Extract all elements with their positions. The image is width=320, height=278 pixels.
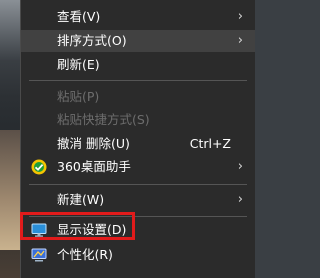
menu-item-paste: 粘贴(P) xyxy=(21,86,255,108)
menu-item-360-desktop-assistant[interactable]: 360桌面助手 › xyxy=(21,156,255,178)
menu-item-label: 360桌面助手 xyxy=(57,159,131,174)
menu-item-refresh[interactable]: 刷新(E) xyxy=(21,54,255,76)
desktop-wallpaper-fragment xyxy=(0,130,20,250)
menu-item-shortcut: Ctrl+Z xyxy=(189,136,231,151)
annotation-highlight-box xyxy=(20,212,135,240)
menu-item-label: 查看(V) xyxy=(57,9,101,24)
menu-item-paste-shortcut: 粘贴快捷方式(S) xyxy=(21,109,255,131)
chevron-right-icon: › xyxy=(237,192,243,207)
desktop-wallpaper-fragment xyxy=(0,0,22,60)
menu-separator xyxy=(29,184,247,185)
menu-item-label: 新建(W) xyxy=(57,192,105,207)
menu-item-label: 刷新(E) xyxy=(57,57,100,72)
menu-item-label: 个性化(R) xyxy=(57,247,113,262)
menu-item-label: 撤消 删除(U) xyxy=(57,136,130,151)
menu-item-sort-by[interactable]: 排序方式(O) › xyxy=(21,30,255,52)
menu-item-undo-delete[interactable]: 撤消 删除(U) Ctrl+Z xyxy=(21,133,255,155)
chevron-right-icon: › xyxy=(237,33,243,48)
chevron-right-icon: › xyxy=(237,9,243,24)
menu-item-label: 粘贴(P) xyxy=(57,89,100,104)
chevron-right-icon: › xyxy=(237,159,243,174)
personalize-icon xyxy=(31,248,47,262)
menu-item-view[interactable]: 查看(V) › xyxy=(21,6,255,28)
menu-item-label: 排序方式(O) xyxy=(57,33,127,48)
menu-separator xyxy=(29,80,247,81)
menu-item-personalize[interactable]: 个性化(R) xyxy=(21,244,255,266)
360-desktop-assistant-icon xyxy=(31,159,47,175)
menu-item-label: 粘贴快捷方式(S) xyxy=(57,112,150,127)
menu-item-new[interactable]: 新建(W) › xyxy=(21,189,255,211)
